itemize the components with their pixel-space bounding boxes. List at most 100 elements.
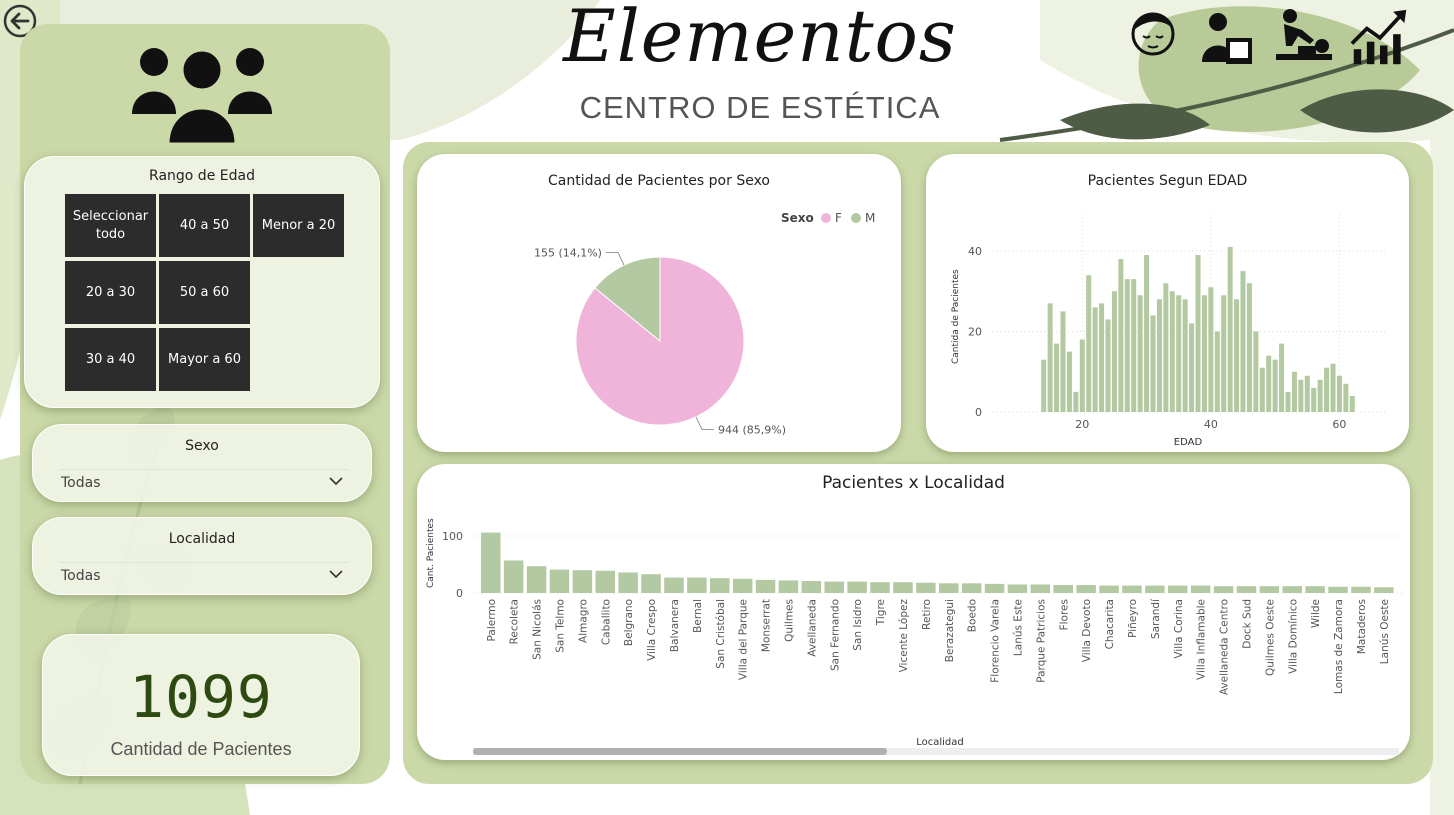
age-y-tick: 40 [968, 245, 982, 258]
locality-x-tick: Tigre [875, 599, 887, 626]
age-bar [1176, 295, 1182, 412]
age-bar [1182, 299, 1188, 412]
locality-slicer-title: Localidad [168, 531, 236, 547]
locality-bar [1305, 586, 1325, 593]
locality-bar [824, 581, 844, 593]
page-title: Elementos [563, 0, 957, 78]
pie-data-label: 944 (85,9%) [718, 424, 786, 437]
age-option-40-50[interactable]: 40 a 50 [159, 194, 250, 257]
age-bar [1272, 359, 1278, 412]
age-x-tick: 20 [1075, 418, 1089, 431]
age-bar [1163, 283, 1169, 412]
horizontal-scrollbar-thumb[interactable] [473, 748, 887, 755]
patients-kpi-card: 1099 Cantidad de Pacientes [42, 634, 360, 776]
locality-x-tick: Recoleta [509, 599, 521, 644]
kpi-label: Cantidad de Pacientes [110, 739, 292, 759]
locality-x-tick: Almagro [577, 599, 589, 643]
locality-x-tick: Villa Inflamable [1196, 599, 1208, 680]
age-range-options: Seleccionar todo 40 a 50 Menor a 20 20 a… [65, 194, 344, 391]
age-bar [1066, 351, 1072, 412]
age-bar [1150, 315, 1156, 412]
locality-x-tick: Lanús Oeste [1379, 599, 1391, 664]
age-x-tick: 40 [1204, 418, 1218, 431]
locality-bar [939, 583, 959, 593]
locality-x-tick: Villa Corina [1173, 599, 1185, 659]
locality-bar-chart[interactable]: Cant. Pacientes Localidad 0 100 Palermo Rec… [417, 464, 1410, 760]
locality-x-tick: Lanús Este [1012, 599, 1024, 656]
sex-pie-chart[interactable]: Sexo F M 944 (85,9%) 155 (14,1%) [417, 154, 901, 452]
locality-bar [687, 577, 707, 593]
age-bar [1227, 246, 1233, 412]
age-bar [1201, 295, 1207, 412]
age-range-title: Rango de Edad [149, 168, 255, 184]
locality-bar [1076, 585, 1096, 593]
locality-x-tick: San Telmo [554, 599, 566, 653]
sex-slicer: Sexo Todas [32, 424, 372, 502]
age-range-slicer: Rango de Edad Seleccionar todo 40 a 50 M… [24, 156, 380, 408]
locality-x-tick: Balvanera [669, 599, 681, 652]
age-option-over-60[interactable]: Mayor a 60 [159, 328, 250, 391]
locality-bar [595, 570, 615, 593]
locality-y-axis-label: Cant. Pacientes [426, 518, 436, 588]
growth-chart-icon[interactable] [1350, 6, 1410, 68]
locality-bar [893, 582, 913, 593]
legend-swatch-m [851, 213, 861, 223]
age-bar [1221, 295, 1227, 412]
locality-bar [526, 566, 547, 593]
age-bar [1253, 331, 1259, 412]
age-bar [1111, 291, 1117, 412]
locality-bar [1053, 585, 1073, 593]
locality-x-tick: Dock Sud [1241, 599, 1253, 649]
locality-x-tick: Villa Crespo [646, 599, 658, 661]
age-bar [1330, 363, 1336, 412]
age-bar [1079, 339, 1085, 412]
locality-bar [1122, 585, 1142, 593]
receptionist-icon[interactable] [1196, 6, 1256, 68]
locality-x-tick: Caballito [600, 599, 612, 645]
age-histogram-card: Pacientes Segun EDAD Cantida de Paciente… [926, 154, 1409, 452]
age-bar [1266, 355, 1272, 412]
locality-x-tick: Monserrat [761, 599, 773, 652]
locality-dropdown[interactable]: Todas [59, 562, 349, 586]
locality-x-tick: Vicente López [898, 599, 910, 673]
age-option-under-20[interactable]: Menor a 20 [253, 194, 344, 257]
locality-x-tick: Quilmes [783, 599, 795, 642]
age-option-select-all[interactable]: Seleccionar todo [65, 194, 156, 257]
age-bar [1317, 379, 1323, 412]
locality-bar [1282, 586, 1302, 593]
locality-x-tick: Flores [1058, 599, 1070, 630]
locality-x-tick: Villa Devoto [1081, 599, 1093, 662]
chevron-down-icon [329, 477, 343, 486]
locality-bar [618, 572, 638, 593]
locality-bar [1374, 587, 1394, 593]
locality-bar [1190, 585, 1211, 593]
sex-dropdown[interactable]: Todas [59, 469, 349, 493]
age-bar [1343, 383, 1349, 412]
locality-bar [641, 574, 661, 593]
locality-bar [961, 583, 982, 593]
sex-dropdown-value: Todas [61, 475, 101, 491]
age-bar [1118, 259, 1124, 412]
locality-bar [1145, 585, 1165, 593]
locality-x-tick: Palermo [486, 599, 498, 641]
age-bar [1336, 375, 1342, 412]
locality-bar [778, 580, 799, 593]
locality-bar [503, 560, 524, 593]
age-option-50-60[interactable]: 50 a 60 [159, 261, 250, 324]
massage-icon[interactable] [1274, 6, 1334, 68]
locality-bar [481, 532, 501, 593]
locality-bar [984, 583, 1005, 593]
chevron-down-icon [329, 570, 343, 579]
age-bar [1214, 331, 1220, 412]
locality-bar [1099, 585, 1119, 593]
facial-icon[interactable] [1128, 6, 1188, 68]
age-option-20-30[interactable]: 20 a 30 [65, 261, 156, 324]
age-bar-chart[interactable]: Cantida de Pacientes EDAD 0 20 40 20 40 60 [926, 154, 1409, 452]
locality-x-tick: Florencio Varela [990, 599, 1002, 683]
sex-pie-card: Cantidad de Pacientes por Sexo Sexo F M … [417, 154, 901, 452]
locality-x-tick: Bernal [692, 599, 704, 633]
age-option-30-40[interactable]: 30 a 40 [65, 328, 156, 391]
age-bar [1324, 367, 1330, 412]
locality-bar [870, 582, 890, 593]
age-bar [1169, 291, 1175, 412]
